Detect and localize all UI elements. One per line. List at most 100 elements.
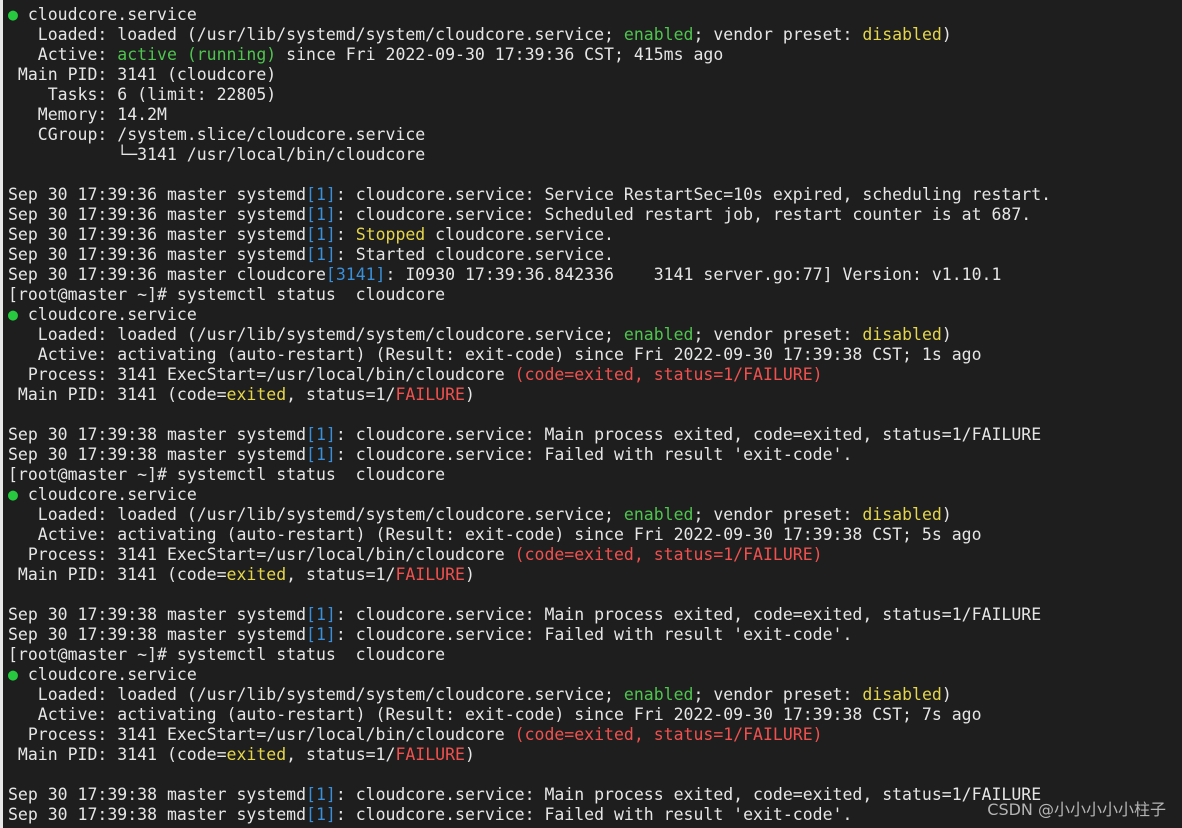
terminal-text-segment: )	[464, 745, 475, 764]
terminal-line: Active: activating (auto-restart) (Resul…	[8, 705, 1182, 725]
status-bullet-icon: ●	[8, 485, 18, 504]
terminal-text-segment: : cloudcore.service: Main process exited…	[335, 785, 1042, 804]
terminal-text-segment: Loaded: loaded (/usr/lib/systemd/system/…	[8, 685, 624, 704]
terminal-text-segment: :	[335, 225, 356, 244]
terminal-text-segment: [root@master ~]# systemctl status cloudc…	[8, 285, 446, 304]
terminal-text-segment: [1]	[306, 205, 336, 224]
terminal-text-segment: )	[941, 25, 952, 44]
terminal-text-segment: [root@master ~]# systemctl status cloudc…	[8, 465, 446, 484]
terminal-text-segment: exited	[226, 745, 287, 764]
terminal-text-segment: enabled	[623, 325, 694, 344]
terminal-text-segment: exited	[226, 385, 287, 404]
terminal-text-segment: : cloudcore.service: Main process exited…	[335, 425, 1042, 444]
terminal-line: Sep 30 17:39:36 master cloudcore[3141]: …	[8, 265, 1182, 285]
terminal-line: Process: 3141 ExecStart=/usr/local/bin/c…	[8, 365, 1182, 385]
terminal-text-segment: Memory: 14.2M	[8, 105, 167, 124]
terminal-text-segment: : cloudcore.service: Failed with result …	[335, 445, 853, 464]
terminal-text-segment: Sep 30 17:39:38 master systemd	[8, 445, 307, 464]
terminal-text-segment: disabled	[862, 325, 942, 344]
terminal-text-segment: FAILURE	[395, 385, 465, 404]
terminal-text-segment: Main PID: 3141 (code=	[8, 385, 227, 404]
terminal-line: CGroup: /system.slice/cloudcore.service	[8, 125, 1182, 145]
terminal-text-segment: : cloudcore.service: Main process exited…	[335, 605, 1042, 624]
terminal-text-segment: [1]	[306, 185, 336, 204]
terminal-text-segment: )	[464, 565, 475, 584]
terminal-text-segment: [1]	[306, 425, 336, 444]
terminal-text-segment: Stopped	[355, 225, 426, 244]
terminal-text-segment: ; vendor preset:	[693, 685, 863, 704]
terminal-text-segment: Process: 3141 ExecStart=/usr/local/bin/c…	[8, 365, 515, 384]
terminal-text-segment: ; vendor preset:	[693, 25, 863, 44]
terminal-text-segment: Main PID: 3141 (code=	[8, 745, 227, 764]
terminal-line: Main PID: 3141 (code=exited, status=1/FA…	[8, 745, 1182, 765]
terminal-output: ● cloudcore.service Loaded: loaded (/usr…	[8, 5, 1182, 825]
terminal-line: └─3141 /usr/local/bin/cloudcore	[8, 145, 1182, 165]
terminal-text-segment: Sep 30 17:39:36 master systemd	[8, 185, 307, 204]
terminal-line: [root@master ~]# systemctl status cloudc…	[8, 285, 1182, 305]
terminal-text-segment: since Fri 2022-09-30 17:39:36 CST; 415ms…	[276, 45, 724, 64]
terminal-text-segment: Loaded: loaded (/usr/lib/systemd/system/…	[8, 25, 624, 44]
terminal-line: Process: 3141 ExecStart=/usr/local/bin/c…	[8, 725, 1182, 745]
terminal-text-segment: disabled	[862, 505, 942, 524]
terminal-text-segment: cloudcore.service.	[425, 225, 614, 244]
terminal-line: Sep 30 17:39:38 master systemd[1]: cloud…	[8, 625, 1182, 645]
terminal-text-segment: Sep 30 17:39:36 master systemd	[8, 245, 307, 264]
terminal-text-segment: FAILURE	[395, 565, 465, 584]
terminal-text-segment: )	[464, 385, 475, 404]
terminal-text-segment: Active:	[8, 45, 118, 64]
terminal-text-segment: cloudcore.service	[17, 305, 197, 324]
status-bullet-icon: ●	[8, 665, 18, 684]
terminal-line: Loaded: loaded (/usr/lib/systemd/system/…	[8, 325, 1182, 345]
terminal-text-segment: [1]	[306, 805, 336, 824]
terminal-text-segment: : cloudcore.service: Failed with result …	[335, 805, 853, 824]
terminal-line: Tasks: 6 (limit: 22805)	[8, 85, 1182, 105]
terminal-line: Sep 30 17:39:38 master systemd[1]: cloud…	[8, 605, 1182, 625]
terminal-window[interactable]: ● cloudcore.service Loaded: loaded (/usr…	[0, 0, 1182, 828]
terminal-line: ● cloudcore.service	[8, 665, 1182, 685]
terminal-line: Loaded: loaded (/usr/lib/systemd/system/…	[8, 505, 1182, 525]
terminal-line: Active: active (running) since Fri 2022-…	[8, 45, 1182, 65]
terminal-text-segment: )	[941, 685, 952, 704]
terminal-line: Sep 30 17:39:38 master systemd[1]: cloud…	[8, 425, 1182, 445]
terminal-line: Main PID: 3141 (code=exited, status=1/FA…	[8, 385, 1182, 405]
terminal-line: [root@master ~]# systemctl status cloudc…	[8, 645, 1182, 665]
terminal-text-segment: disabled	[862, 25, 942, 44]
terminal-text-segment: Sep 30 17:39:36 master cloudcore	[8, 265, 326, 284]
terminal-text-segment: Loaded: loaded (/usr/lib/systemd/system/…	[8, 505, 624, 524]
terminal-text-segment: : Started cloudcore.service.	[335, 245, 614, 264]
terminal-text-segment: Main PID: 3141 (cloudcore)	[8, 65, 277, 84]
terminal-text-segment: [1]	[306, 445, 336, 464]
terminal-line: Loaded: loaded (/usr/lib/systemd/system/…	[8, 685, 1182, 705]
terminal-line: Sep 30 17:39:36 master systemd[1]: cloud…	[8, 205, 1182, 225]
terminal-text-segment: Loaded: loaded (/usr/lib/systemd/system/…	[8, 325, 624, 344]
terminal-text-segment: (code=exited, status=1/FAILURE)	[514, 725, 823, 744]
terminal-text-segment: ; vendor preset:	[693, 505, 863, 524]
terminal-line: Sep 30 17:39:36 master systemd[1]: Start…	[8, 245, 1182, 265]
terminal-text-segment: , status=1/	[286, 745, 396, 764]
terminal-text-segment: : cloudcore.service: Service RestartSec=…	[335, 185, 1052, 204]
terminal-text-segment: enabled	[623, 505, 694, 524]
terminal-text-segment: Tasks: 6 (limit: 22805)	[8, 85, 277, 104]
terminal-text-segment: [1]	[306, 625, 336, 644]
terminal-text-segment: [1]	[306, 605, 336, 624]
status-bullet-icon: ●	[8, 5, 18, 24]
terminal-line: Main PID: 3141 (cloudcore)	[8, 65, 1182, 85]
terminal-text-segment: exited	[226, 565, 287, 584]
terminal-text-segment: , status=1/	[286, 565, 396, 584]
terminal-text-segment: : I0930 17:39:36.842336 3141 server.go:7…	[385, 265, 1002, 284]
terminal-line: Sep 30 17:39:36 master systemd[1]: cloud…	[8, 185, 1182, 205]
terminal-line: ● cloudcore.service	[8, 485, 1182, 505]
terminal-line: Process: 3141 ExecStart=/usr/local/bin/c…	[8, 545, 1182, 565]
terminal-text-segment: active (running)	[117, 45, 277, 64]
terminal-line: Main PID: 3141 (code=exited, status=1/FA…	[8, 565, 1182, 585]
terminal-text-segment: Sep 30 17:39:36 master systemd	[8, 225, 307, 244]
terminal-text-segment: ; vendor preset:	[693, 325, 863, 344]
terminal-text-segment: (code=exited, status=1/FAILURE)	[514, 545, 823, 564]
terminal-text-segment: , status=1/	[286, 385, 396, 404]
terminal-line: Loaded: loaded (/usr/lib/systemd/system/…	[8, 25, 1182, 45]
terminal-text-segment: cloudcore.service	[17, 665, 197, 684]
